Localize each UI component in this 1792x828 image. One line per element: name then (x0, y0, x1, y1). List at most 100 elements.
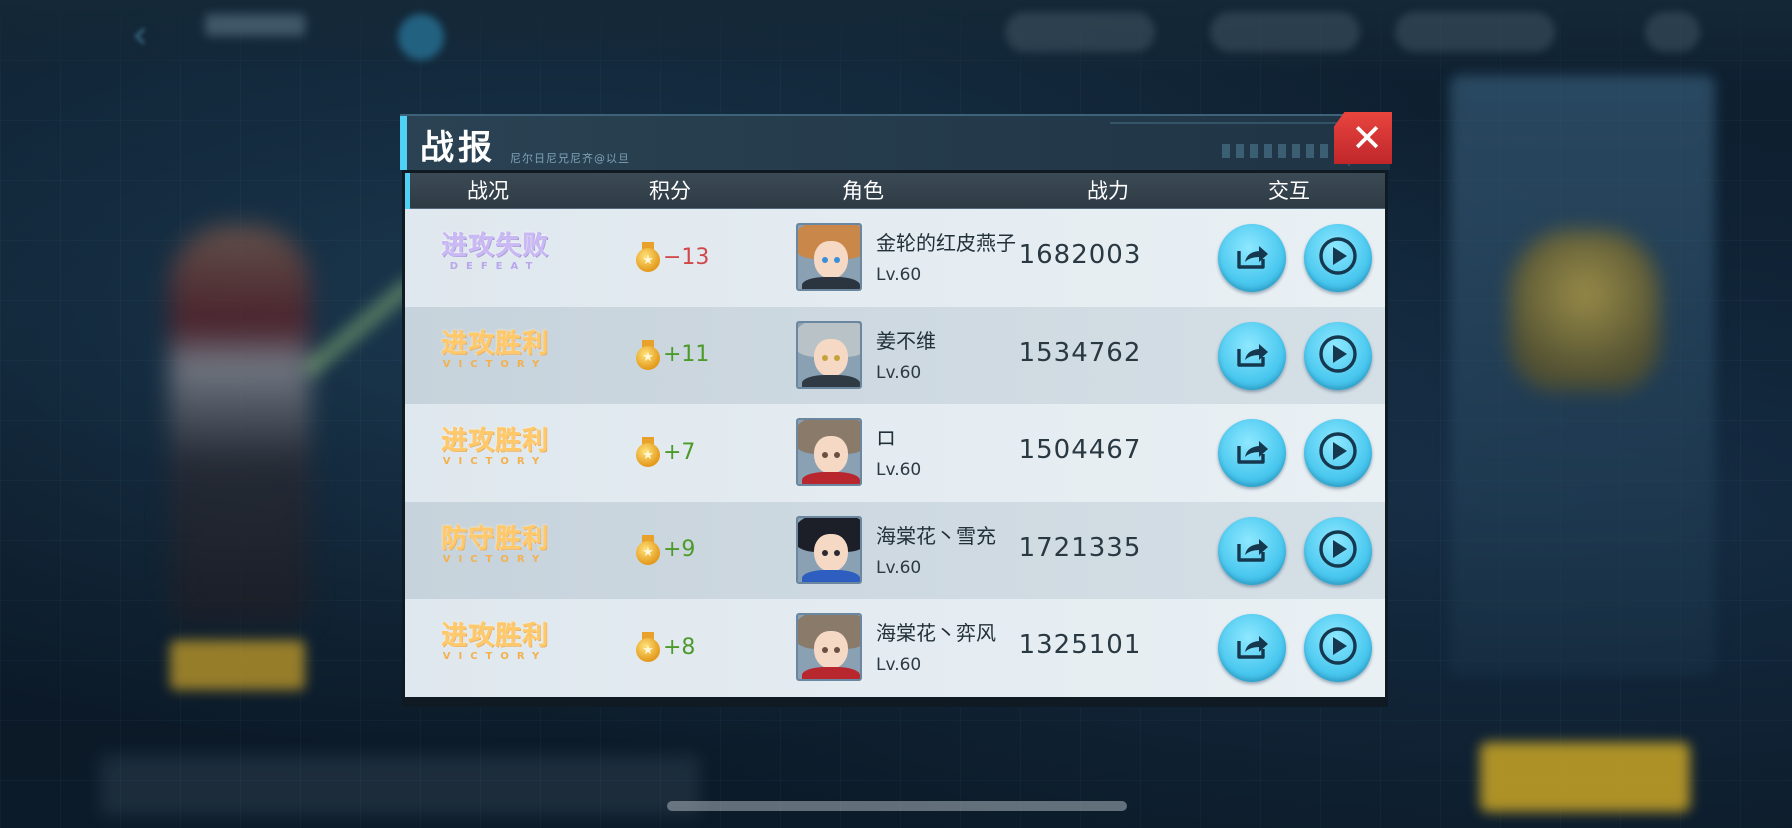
share-icon (1230, 234, 1274, 282)
character-level: Lv.60 (876, 265, 922, 285)
combat-power: 1325101 (1018, 630, 1142, 660)
background-right-button (1480, 742, 1690, 812)
header-status: 战况 (467, 179, 509, 203)
share-button[interactable] (1218, 614, 1286, 682)
medal-icon: ★ (636, 437, 660, 467)
close-button[interactable]: ✕ (1334, 112, 1392, 164)
header-decoration-lines (1222, 144, 1332, 158)
character-level: Lv.60 (876, 655, 922, 675)
battle-report-table: 战况 积分 角色 战力 交互 进攻失败 DEFEAT ★ −13 金轮的红皮燕子… (402, 170, 1388, 707)
battle-result-sublabel: DEFEAT (449, 261, 541, 272)
battle-result-label: 进攻胜利 (440, 328, 549, 359)
dialog-subtitle: 尼尔日尼兄尼齐@以旦 (510, 152, 630, 165)
character-level: Lv.60 (876, 557, 922, 578)
play-icon (1316, 527, 1360, 575)
avatar[interactable] (796, 515, 862, 584)
background-resource-3 (1395, 12, 1555, 52)
replay-button[interactable] (1304, 614, 1372, 682)
background-bottom-nav (100, 755, 700, 815)
background-resource-1 (1005, 12, 1155, 52)
share-button[interactable] (1218, 321, 1286, 390)
score-change: ★ +9 (636, 534, 696, 565)
score-change: ★ +8 (636, 632, 695, 662)
battle-result-sublabel: VICTORY (442, 358, 548, 370)
battle-report-dialog: 战报 尼尔日尼兄尼齐@以旦 ✕ 战况 积分 角色 战力 交互 进攻失败 DEFE… (400, 112, 1392, 709)
battle-result-label: 进攻失败 (440, 231, 549, 261)
character-level: Lv.60 (876, 460, 922, 480)
medal-icon: ★ (636, 339, 660, 370)
character-name: 海棠花丶弈风 (876, 621, 996, 645)
avatar[interactable] (796, 613, 862, 681)
table-row: 进攻胜利 VICTORY ★ +8 海棠花丶弈风 Lv.60 1325101 (405, 599, 1385, 697)
battle-result-sublabel: VICTORY (442, 651, 548, 662)
play-icon (1316, 332, 1360, 380)
dialog-header: 战报 尼尔日尼兄尼齐@以旦 (400, 114, 1390, 170)
table-row: 防守胜利 VICTORY ★ +9 海棠花丶雪充 Lv.60 1721335 (405, 501, 1385, 599)
replay-button[interactable] (1304, 419, 1372, 487)
battle-result-label: 进攻胜利 (440, 621, 549, 651)
avatar[interactable] (796, 320, 862, 389)
header-power: 战力 (1087, 179, 1129, 203)
play-icon (1316, 429, 1360, 477)
score-value: +11 (663, 342, 710, 367)
character-name: 海棠花丶雪充 (876, 523, 996, 548)
character-name: 姜不维 (876, 328, 936, 353)
score-value: −13 (663, 244, 710, 270)
table-row: 进攻胜利 VICTORY ★ +7 ロ Lv.60 1504467 (405, 404, 1385, 502)
combat-power: 1721335 (1018, 532, 1142, 563)
battle-result-sublabel: VICTORY (442, 553, 548, 565)
background-back-icon: ‹ (132, 12, 148, 58)
combat-power: 1504467 (1018, 435, 1142, 465)
battle-result-label: 防守胜利 (440, 523, 549, 554)
score-change: ★ +11 (636, 339, 710, 370)
share-icon (1230, 332, 1274, 380)
battle-result: 防守胜利 VICTORY (420, 524, 570, 566)
close-icon: ✕ (1351, 116, 1383, 160)
background-help-icon (398, 14, 444, 60)
home-indicator[interactable] (667, 801, 1127, 811)
medal-icon: ★ (636, 242, 660, 272)
avatar[interactable] (796, 418, 862, 486)
avatar[interactable] (796, 223, 862, 291)
replay-button[interactable] (1304, 321, 1372, 390)
character-level: Lv.60 (876, 362, 922, 383)
share-icon (1230, 624, 1274, 672)
table-row: 进攻胜利 VICTORY ★ +11 姜不维 Lv.60 1534762 (405, 306, 1385, 404)
table-row: 进攻失败 DEFEAT ★ −13 金轮的红皮燕子 Lv.60 1682003 (405, 209, 1385, 307)
combat-power: 1682003 (1018, 240, 1142, 270)
table-body: 进攻失败 DEFEAT ★ −13 金轮的红皮燕子 Lv.60 1682003 … (405, 209, 1385, 697)
replay-button[interactable] (1304, 224, 1372, 292)
share-button[interactable] (1218, 419, 1286, 487)
header-character: 角色 (842, 179, 884, 203)
battle-result: 进攻失败 DEFEAT (420, 231, 570, 273)
background-resource-2 (1210, 12, 1360, 52)
battle-result-sublabel: VICTORY (442, 456, 548, 467)
share-button[interactable] (1218, 224, 1286, 292)
header-interaction: 交互 (1268, 179, 1310, 203)
share-button[interactable] (1218, 516, 1286, 585)
score-value: +9 (663, 537, 696, 562)
score-value: +8 (663, 634, 696, 660)
header-score: 积分 (649, 179, 691, 203)
table-header-accent (405, 172, 410, 209)
dialog-title: 战报 (420, 128, 496, 168)
battle-result: 进攻胜利 VICTORY (420, 329, 570, 371)
background-title (205, 14, 305, 36)
header-accent (400, 116, 407, 170)
table-header (405, 172, 1385, 209)
share-icon (1230, 527, 1274, 575)
character-name: ロ (876, 426, 896, 450)
combat-power: 1534762 (1018, 337, 1142, 368)
battle-result: 进攻胜利 VICTORY (420, 621, 570, 663)
background-trophy (1510, 230, 1660, 390)
battle-result: 进攻胜利 VICTORY (420, 426, 570, 468)
medal-icon: ★ (636, 534, 660, 565)
score-change: ★ −13 (636, 242, 709, 272)
medal-icon: ★ (636, 632, 660, 662)
background-settings (1645, 12, 1700, 52)
score-change: ★ +7 (636, 437, 695, 467)
background-character (170, 225, 310, 625)
play-icon (1316, 234, 1360, 282)
replay-button[interactable] (1304, 516, 1372, 585)
score-value: +7 (663, 439, 696, 465)
